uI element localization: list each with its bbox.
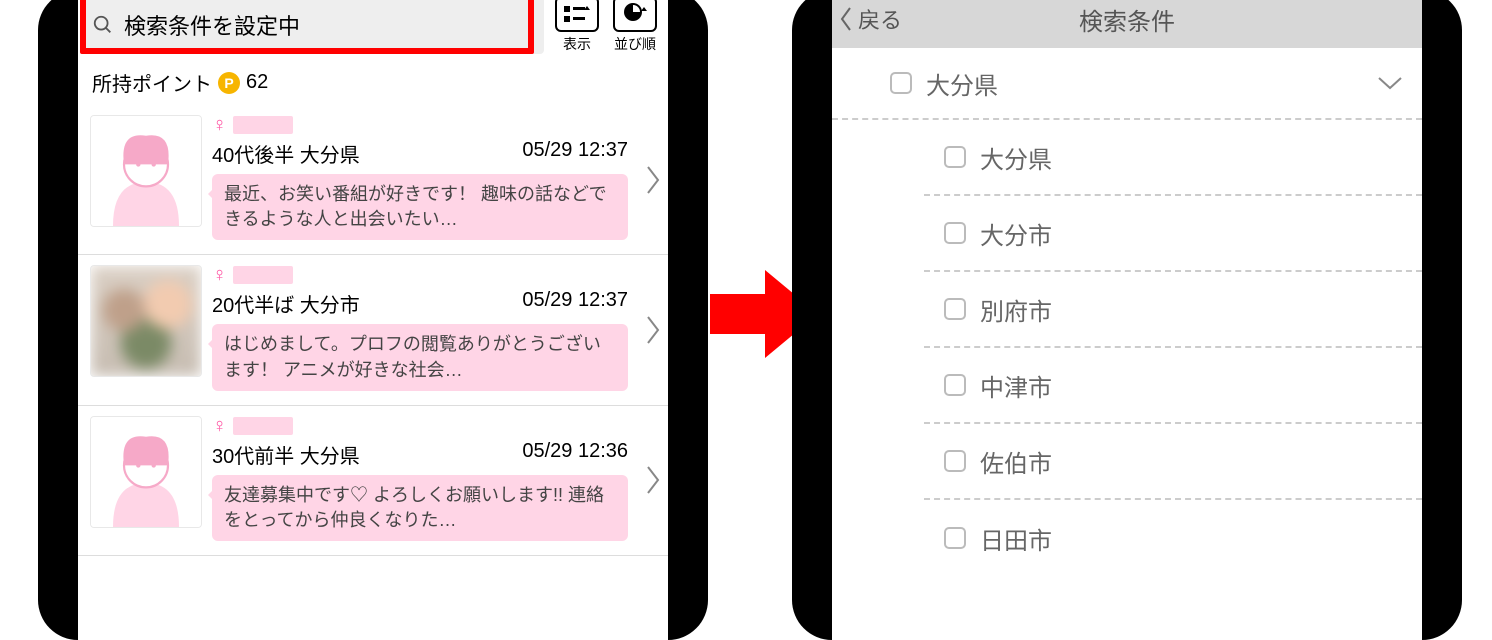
message-bubble: 最近、お笑い番組が好きです！ 趣味の話などできるような人と出会いたい… <box>212 174 628 240</box>
timestamp: 05/29 12:37 <box>522 139 628 168</box>
filter-sub-label: 日田市 <box>980 521 1052 556</box>
sort-label: 並び順 <box>606 34 664 54</box>
checkbox[interactable] <box>944 374 966 396</box>
chevron-right-icon <box>644 463 662 497</box>
redacted-name <box>233 417 293 435</box>
phone-frame-left: 検索条件を設定中 表示 <box>38 0 708 640</box>
filter-sub-row[interactable]: 別府市 <box>924 272 1422 348</box>
points-row: 所持ポイント P 62 <box>78 60 668 105</box>
chevron-right-icon <box>644 163 662 197</box>
points-value: 62 <box>246 71 268 94</box>
filter-sub-row[interactable]: 大分県 <box>924 120 1422 196</box>
checkbox[interactable] <box>944 527 966 549</box>
filter-sub-label: 佐伯市 <box>980 444 1052 479</box>
filter-sub-row[interactable]: 中津市 <box>924 348 1422 424</box>
redacted-name <box>233 116 293 134</box>
checkbox[interactable] <box>890 72 912 94</box>
age-location: 20代半ば 大分市 <box>212 289 360 318</box>
list-item[interactable]: ♀ 20代半ば 大分市 05/29 12:37 はじめまして。プロフの閲覧ありが… <box>78 255 668 405</box>
avatar <box>90 265 202 377</box>
filter-title: 検索条件 <box>832 2 1422 37</box>
list-item[interactable]: ♀ 40代後半 大分県 05/29 12:37 最近、お笑い番組が好きです！ 趣… <box>78 105 668 255</box>
filter-sub-row[interactable]: 日田市 <box>924 500 1422 576</box>
filter-sub-row[interactable]: 佐伯市 <box>924 424 1422 500</box>
list-item[interactable]: ♀ 30代前半 大分県 05/29 12:36 友達募集中です♡ よろしくお願い… <box>78 406 668 556</box>
message-bubble: はじめまして。プロフの閲覧ありがとうございます！ アニメが好きな社会… <box>212 324 628 390</box>
filter-sub-label: 大分県 <box>980 140 1052 175</box>
filter-parent-row[interactable]: 大分県 <box>832 48 1422 120</box>
avatar <box>90 115 202 227</box>
filter-sub-label: 別府市 <box>980 292 1052 327</box>
list-icon <box>555 0 599 32</box>
header-row: 検索条件を設定中 表示 <box>78 0 668 60</box>
chevron-left-icon <box>838 5 854 33</box>
redacted-name <box>233 266 293 284</box>
screen-left: 検索条件を設定中 表示 <box>78 0 668 640</box>
female-icon: ♀ <box>212 115 227 135</box>
search-box[interactable]: 検索条件を設定中 <box>82 0 544 54</box>
checkbox[interactable] <box>944 222 966 244</box>
back-button[interactable]: 戻る <box>832 3 902 35</box>
phone-frame-right: 戻る 検索条件 大分県 大分県 大分市 別府市 <box>792 0 1462 640</box>
coin-icon: P <box>218 72 240 94</box>
filter-header: 戻る 検索条件 <box>832 0 1422 48</box>
timestamp: 05/29 12:36 <box>522 440 628 469</box>
checkbox[interactable] <box>944 450 966 472</box>
timestamp: 05/29 12:37 <box>522 289 628 318</box>
chevron-right-icon <box>644 313 662 347</box>
message-bubble: 友達募集中です♡ よろしくお願いします!! 連絡をとってから仲良くなりた… <box>212 475 628 541</box>
sort-button[interactable]: 並び順 <box>606 0 664 54</box>
female-icon: ♀ <box>212 265 227 285</box>
checkbox[interactable] <box>944 146 966 168</box>
age-location: 40代後半 大分県 <box>212 139 360 168</box>
age-location: 30代前半 大分県 <box>212 440 360 469</box>
item-body: ♀ 30代前半 大分県 05/29 12:36 友達募集中です♡ よろしくお願い… <box>212 416 664 541</box>
display-label: 表示 <box>548 34 606 54</box>
avatar <box>90 416 202 528</box>
filter-sub-label: 大分市 <box>980 216 1052 251</box>
screen-right: 戻る 検索条件 大分県 大分県 大分市 別府市 <box>832 0 1422 640</box>
display-button[interactable]: 表示 <box>548 0 606 54</box>
item-body: ♀ 20代半ば 大分市 05/29 12:37 はじめまして。プロフの閲覧ありが… <box>212 265 664 390</box>
checkbox[interactable] <box>944 298 966 320</box>
search-icon <box>92 14 114 36</box>
chevron-down-icon[interactable] <box>1376 75 1404 91</box>
filter-parent-label: 大分県 <box>926 66 998 101</box>
search-text: 検索条件を設定中 <box>124 9 300 41</box>
points-label: 所持ポイント <box>92 68 212 97</box>
filter-sub-row[interactable]: 大分市 <box>924 196 1422 272</box>
item-body: ♀ 40代後半 大分県 05/29 12:37 最近、お笑い番組が好きです！ 趣… <box>212 115 664 240</box>
filter-sub-label: 中津市 <box>980 368 1052 403</box>
clock-icon <box>613 0 657 32</box>
female-icon: ♀ <box>212 416 227 436</box>
back-label: 戻る <box>858 3 902 35</box>
